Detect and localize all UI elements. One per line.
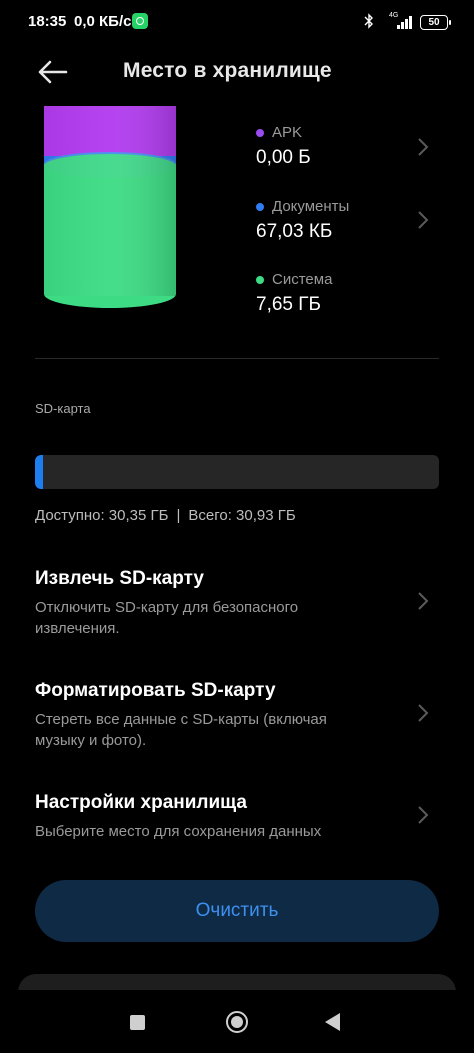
category-documents-value: 67,03 КБ [256, 221, 333, 242]
category-apk[interactable]: APK 0,00 Б [256, 124, 311, 169]
sd-separator: | [176, 507, 181, 524]
divider [35, 358, 439, 359]
eject-sd-subtitle: Отключить SD-карту для безопасного извле… [35, 599, 299, 637]
battery-icon: 50 [420, 15, 451, 30]
sd-available: Доступно: 30,35 ГБ [35, 507, 169, 524]
bluetooth-icon [364, 13, 373, 29]
home-circle-icon[interactable] [226, 1011, 248, 1033]
storage-settings-title: Настройки хранилища [35, 792, 247, 813]
status-bar: 18:35 0,0 КБ/с 4G 50 [0, 0, 474, 44]
chevron-right-icon[interactable] [416, 590, 430, 612]
category-system-label: Система [272, 271, 333, 288]
eject-sd-item[interactable]: Извлечь SD-карту Отключить SD-карту для … [35, 568, 415, 639]
format-sd-subtitle: Стереть все данные с SD-карты (включая м… [35, 711, 327, 749]
sd-usage-fill [35, 455, 43, 489]
documents-color-dot [256, 202, 264, 211]
system-color-dot [256, 275, 264, 284]
status-network-speed: 0,0 КБ/с [74, 13, 132, 30]
apk-color-dot [256, 128, 264, 137]
eject-sd-title: Извлечь SD-карту [35, 568, 204, 589]
storage-cylinder-chart [44, 106, 176, 308]
sd-total: Всего: 30,93 ГБ [188, 507, 296, 524]
recents-square-icon[interactable] [130, 1015, 145, 1030]
sd-card-label: SD-карта [35, 401, 91, 416]
whatsapp-icon [132, 13, 148, 29]
format-sd-title: Форматировать SD-карту [35, 680, 276, 701]
category-system-value: 7,65 ГБ [256, 294, 322, 315]
category-apk-value: 0,00 Б [256, 147, 311, 168]
status-time: 18:35 [28, 13, 67, 30]
back-triangle-icon[interactable] [325, 1013, 340, 1031]
storage-settings-item[interactable]: Настройки хранилища Выберите место для с… [35, 792, 415, 842]
chevron-right-icon[interactable] [416, 136, 430, 158]
sd-usage-bar [35, 455, 439, 489]
clean-button[interactable]: Очистить [35, 880, 439, 942]
category-documents[interactable]: Документы 67,03 КБ [256, 198, 349, 243]
signal-icon: 4G [389, 12, 413, 30]
network-type-label: 4G [389, 12, 399, 19]
page-title: Место в хранилище [123, 59, 332, 82]
back-arrow-icon[interactable] [36, 58, 68, 86]
app-header: Место в хранилище [0, 44, 474, 104]
category-system: Система 7,65 ГБ [256, 271, 332, 316]
category-apk-label: APK [272, 124, 303, 141]
chevron-right-icon[interactable] [416, 804, 430, 826]
format-sd-item[interactable]: Форматировать SD-карту Стереть все данны… [35, 680, 415, 751]
chevron-right-icon[interactable] [416, 209, 430, 231]
chevron-right-icon[interactable] [416, 702, 430, 724]
category-documents-label: Документы [272, 198, 350, 215]
storage-settings-subtitle: Выберите место для сохранения данных [35, 823, 322, 840]
sd-capacity-info: Доступно: 30,35 ГБ | Всего: 30,93 ГБ [35, 507, 296, 524]
